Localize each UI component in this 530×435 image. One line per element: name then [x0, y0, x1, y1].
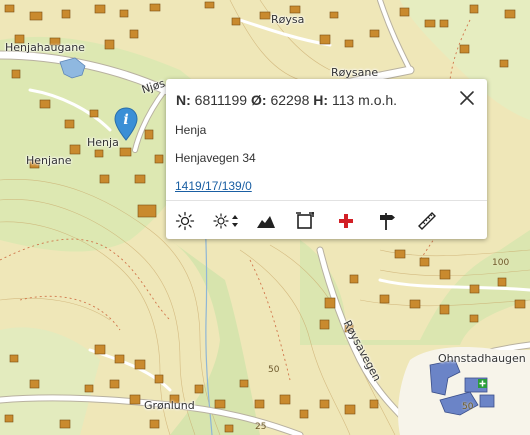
coordinates-line: N: 6811199 Ø: 62298 H: 113 m.o.h. — [176, 92, 397, 108]
place-name: Henja — [175, 123, 207, 137]
info-marker-icon[interactable]: i — [114, 107, 138, 141]
place-label-roysa: Røysa — [271, 13, 305, 26]
svg-text:i: i — [123, 112, 128, 128]
coord-h-label: H: — [313, 92, 329, 108]
property-link[interactable]: 1419/17/139/0 — [175, 179, 252, 193]
place-label-roysane: Røysane — [331, 66, 379, 79]
coord-o-value: 62298 — [270, 92, 310, 108]
contour-label: 100 — [492, 258, 510, 268]
location-popup: N: 6811199 Ø: 62298 H: 113 m.o.h. Henja … — [166, 79, 487, 239]
contour-label: 50 — [268, 365, 280, 375]
elevation-profile-icon[interactable] — [255, 210, 277, 232]
coord-o-label: Ø: — [251, 92, 267, 108]
coord-n-value: 6811199 — [194, 92, 248, 108]
coord-h-value: 113 m.o.h. — [331, 92, 398, 108]
popup-divider — [166, 200, 487, 201]
ruler-icon[interactable] — [416, 210, 438, 232]
frame-icon[interactable] — [294, 210, 316, 232]
contour-label: 25 — [255, 422, 267, 432]
sun-icon[interactable] — [174, 210, 196, 232]
address: Henjavegen 34 — [175, 151, 256, 165]
place-label-henjahaugane: Henjahaugane — [5, 41, 85, 54]
place-label-henjane: Henjane — [26, 154, 72, 167]
close-icon[interactable] — [459, 90, 475, 106]
signpost-icon[interactable] — [376, 210, 398, 232]
coord-n-label: N: — [176, 92, 191, 108]
place-label-gronlund: Grønlund — [144, 399, 195, 412]
place-label-ohnstadhaugen: Ohnstadhaugen — [438, 352, 526, 365]
emergency-cross-icon[interactable] — [335, 210, 357, 232]
sun-adjust-icon[interactable] — [211, 210, 241, 232]
contour-label: 50 — [462, 402, 474, 412]
